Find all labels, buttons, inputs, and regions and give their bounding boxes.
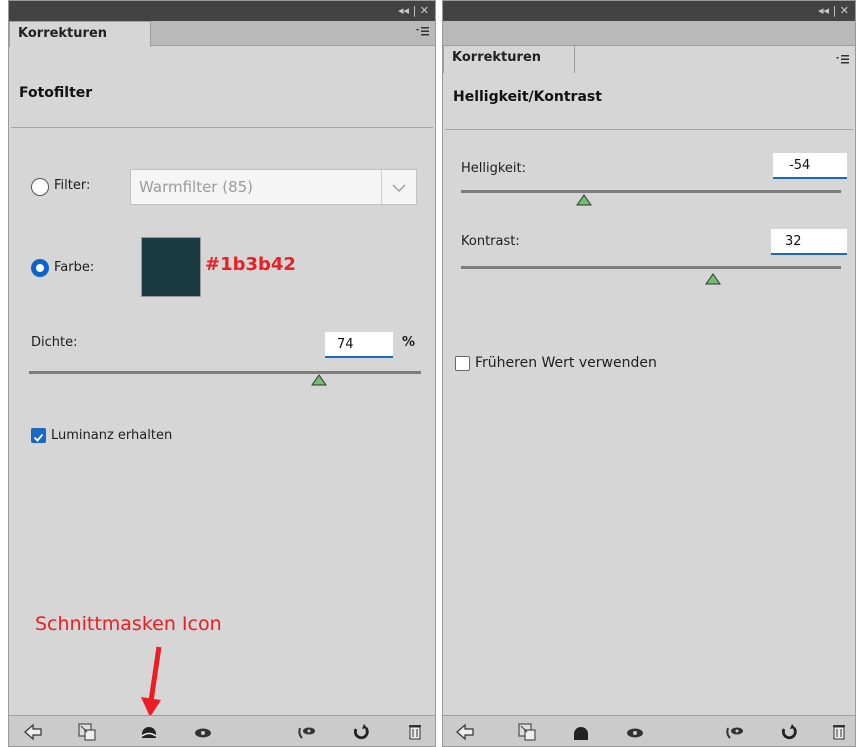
clip-mask-annotation: Schnittmasken Icon [35, 613, 222, 635]
back-arrow-icon[interactable] [23, 722, 43, 742]
back-arrow-icon[interactable] [455, 722, 475, 742]
title-separator [445, 129, 853, 130]
panel-menu-icon[interactable] [835, 53, 849, 67]
expand-view-icon[interactable] [517, 722, 537, 742]
preserve-luminance-checkbox[interactable] [31, 428, 46, 443]
panel-bottom-toolbar [443, 715, 855, 746]
brightness-slider-thumb[interactable] [576, 194, 592, 206]
preserve-luminance-label: Luminanz erhalten [51, 428, 173, 443]
filter-select-value: Warmfilter (85) [139, 178, 254, 196]
tab-row [443, 21, 855, 46]
trash-icon[interactable] [405, 722, 425, 742]
title-separator [11, 127, 433, 128]
brightness-label: Helligkeit: [461, 161, 527, 176]
contrast-slider[interactable] [461, 266, 841, 269]
density-slider-thumb[interactable] [311, 374, 328, 386]
filter-label: Filter: [54, 178, 91, 193]
trash-icon[interactable] [829, 722, 849, 742]
color-swatch[interactable] [141, 237, 201, 297]
clip-mask-icon[interactable] [571, 722, 591, 742]
filter-select[interactable]: Warmfilter (85) [130, 169, 417, 205]
expand-view-icon[interactable] [77, 722, 97, 742]
density-unit: % [402, 335, 416, 350]
panel-title: Helligkeit/Kontrast [453, 89, 602, 105]
view-previous-icon[interactable] [725, 722, 745, 742]
visibility-eye-icon[interactable] [193, 722, 213, 742]
visibility-eye-icon[interactable] [625, 722, 645, 742]
filter-radio[interactable] [31, 178, 49, 196]
tab-korrekturen[interactable]: Korrekturen [443, 45, 575, 73]
view-previous-icon[interactable] [297, 722, 317, 742]
annotation-arrow-icon [141, 646, 162, 717]
legacy-checkbox[interactable] [455, 356, 470, 371]
contrast-input[interactable]: 32 [771, 229, 847, 255]
clip-mask-icon[interactable] [139, 722, 159, 742]
density-slider[interactable] [29, 371, 421, 374]
panel-titlebar: ◂◂ | ✕ [443, 1, 855, 21]
panel-bottom-toolbar [9, 715, 435, 746]
adjustments-panel-photo-filter: ◂◂ | ✕ Korrekturen Fotofilter Filter: Wa… [8, 0, 436, 747]
collapse-close-controls[interactable]: ◂◂ | ✕ [398, 4, 429, 17]
adjustments-panel-brightness-contrast: ◂◂ | ✕ Korrekturen Helligkeit/Kontrast H… [442, 0, 856, 747]
collapse-close-controls[interactable]: ◂◂ | ✕ [818, 4, 849, 17]
density-input[interactable]: 74 [325, 332, 393, 358]
legacy-label: Früheren Wert verwenden [475, 355, 657, 371]
contrast-slider-thumb[interactable] [705, 273, 721, 285]
panel-title: Fotofilter [19, 85, 93, 101]
reset-icon[interactable] [351, 722, 371, 742]
hex-annotation: #1b3b42 [205, 254, 296, 275]
chevron-down-icon[interactable] [381, 170, 416, 204]
contrast-label: Kontrast: [461, 234, 520, 249]
panel-menu-icon[interactable] [415, 25, 429, 39]
brightness-slider[interactable] [461, 190, 841, 193]
color-radio[interactable] [31, 259, 49, 277]
checkmark-icon [33, 433, 44, 442]
color-label: Farbe: [54, 260, 95, 275]
tab-korrekturen[interactable]: Korrekturen [9, 21, 151, 47]
reset-icon[interactable] [779, 722, 799, 742]
panel-titlebar: ◂◂ | ✕ [9, 1, 435, 21]
brightness-input[interactable]: -54 [773, 153, 847, 179]
density-label: Dichte: [31, 335, 78, 350]
